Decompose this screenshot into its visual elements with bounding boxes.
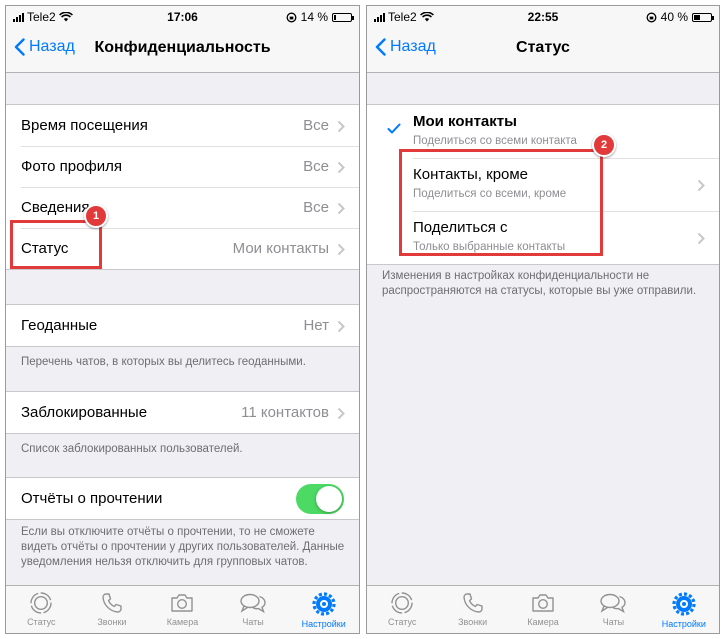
callout-badge: 2 [592,133,616,157]
row-value: Все [303,158,329,175]
chevron-right-icon [337,407,345,419]
option-title: Мои контакты [413,113,517,130]
chats-icon [600,593,627,614]
tab-label: Статус [27,617,56,627]
camera-icon [171,594,194,612]
row-read-receipts: Отчёты о прочтении [6,478,359,519]
tab-label: Камера [527,617,559,627]
tab-label: Звонки [97,617,127,627]
callout-highlight [399,149,603,256]
read-receipts-group: Отчёты о прочтении [6,477,359,520]
back-button[interactable]: Назад [375,38,436,56]
tab-chats[interactable]: Чаты [218,586,289,633]
tab-label: Статус [387,617,417,627]
tab-status[interactable]: Статус [6,586,77,633]
row-value: Все [303,117,329,134]
chevron-right-icon [337,120,345,132]
row-label: Время посещения [21,117,148,134]
tab-camera[interactable]: Камера [508,586,578,633]
nav-bar: Назад Статус [367,28,719,73]
row-value: 11 контактов [241,404,329,421]
tab-label: Чаты [242,617,264,627]
blocked-group: Заблокированные 11 контактов [6,391,359,434]
rotation-lock-icon [286,12,297,22]
settings-list: Время посещения Все Фото профиля Все Све… [6,73,359,586]
read-receipts-footnote: Если вы отключите отчёты о прочтении, то… [21,526,345,568]
row-label: Отчёты о прочтении [21,490,163,507]
tab-label: Чаты [602,617,625,627]
battery-percent: 14 % [300,10,328,24]
row-label: Геоданные [21,317,98,334]
chevron-right-icon [337,320,345,332]
chevron-right-icon [337,202,345,214]
status-footnote: Изменения в настройках конфиденциальност… [382,270,697,297]
phone-icon [462,593,483,613]
privacy-screen: Tele2 17:06 14 % Назад Конфиденциальност… [5,5,360,634]
settings-gear-icon [672,592,696,616]
tab-calls[interactable]: Звонки [77,586,148,633]
chevron-right-icon [697,179,705,191]
battery-icon [332,12,354,22]
chevron-right-icon [697,232,705,244]
tab-settings[interactable]: Настройки [288,586,359,633]
tab-label: Настройки [301,619,346,629]
camera-icon [532,594,554,612]
row-blocked[interactable]: Заблокированные 11 контактов [6,392,359,433]
row-label: Фото профиля [21,158,123,175]
phone-icon [102,593,122,613]
status-icon [30,592,52,614]
callout-badge: 1 [84,204,108,228]
tab-bar: Статус Звонки Камера Чаты Настройки [367,585,719,633]
status-privacy-screen: Tele2 22:55 40 % Назад Статус Мои контак… [366,5,720,634]
battery-icon [692,12,714,22]
blocked-footnote: Список заблокированных пользователей. [21,443,243,455]
live-location-footnote: Перечень чатов, в которых вы делитесь ге… [21,356,306,368]
status-bar: Tele2 17:06 14 % [6,6,359,28]
battery-percent: 40 % [660,10,688,24]
back-label: Назад [390,38,436,55]
tab-label: Звонки [458,617,488,627]
settings-gear-icon [312,592,336,616]
status-icon [391,592,413,614]
tab-camera[interactable]: Камера [147,586,218,633]
row-live-location[interactable]: Геоданные Нет [6,305,359,346]
rotation-lock-icon [646,12,657,22]
read-receipts-toggle[interactable] [296,483,344,514]
tab-settings[interactable]: Настройки [649,586,719,633]
row-profile-photo[interactable]: Фото профиля Все [6,146,359,187]
row-last-seen[interactable]: Время посещения Все [6,105,359,146]
checkmark-icon [387,123,401,134]
tab-label: Настройки [661,619,706,629]
row-value: Нет [303,317,329,334]
chevron-right-icon [337,161,345,173]
status-bar: Tele2 22:55 40 % [367,6,719,28]
row-label: Сведения [21,199,90,216]
back-button[interactable]: Назад [14,38,75,56]
live-location-group: Геоданные Нет [6,304,359,347]
chats-icon [240,593,266,614]
nav-bar: Назад Конфиденциальность [6,28,359,73]
chevron-left-icon [375,38,386,56]
row-label: Заблокированные [21,404,148,421]
tab-bar: Статус Звонки Камера Чаты Настройки [6,585,359,633]
tab-label: Камера [166,617,199,627]
row-value: Все [303,199,329,216]
chevron-right-icon [337,243,345,255]
row-value: Мои контакты [232,240,329,257]
back-label: Назад [29,38,75,55]
tab-calls[interactable]: Звонки [437,586,507,633]
callout-highlight [10,220,102,269]
option-subtitle: Поделиться со всеми контакта [413,135,577,147]
chevron-left-icon [14,38,25,56]
tab-chats[interactable]: Чаты [578,586,648,633]
tab-status[interactable]: Статус [367,586,437,633]
